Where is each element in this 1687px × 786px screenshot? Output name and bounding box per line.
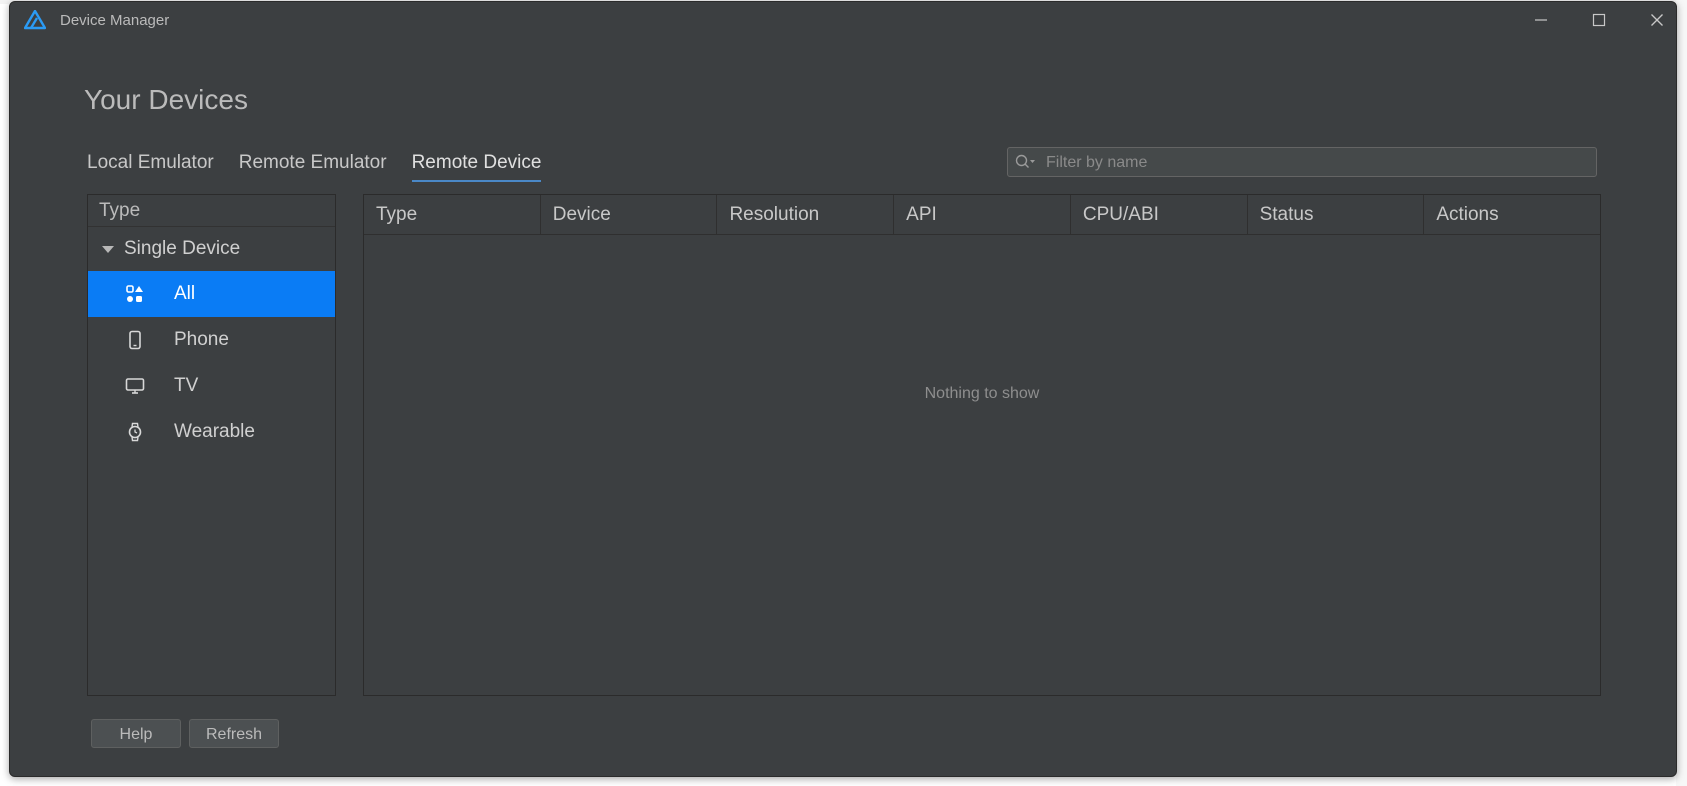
help-button[interactable]: Help bbox=[91, 719, 181, 748]
minimize-icon bbox=[1535, 19, 1547, 21]
tree-item-tv[interactable]: TV bbox=[88, 363, 335, 409]
tv-icon bbox=[124, 375, 146, 397]
tab-remote-device[interactable]: Remote Device bbox=[411, 152, 542, 182]
page-title: Your Devices bbox=[84, 84, 248, 115]
empty-state-text: Nothing to show bbox=[924, 385, 1040, 402]
filter-box[interactable] bbox=[1007, 147, 1597, 177]
column-header-api[interactable]: API bbox=[894, 195, 1071, 234]
tree-item-label: Wearable bbox=[174, 421, 255, 442]
close-button[interactable] bbox=[1628, 2, 1686, 38]
column-header-cpu-abi[interactable]: CPU/ABI bbox=[1071, 195, 1248, 234]
device-tabs: Local Emulator Remote Emulator Remote De… bbox=[87, 152, 566, 182]
table-header-row: Type Device Resolution API CPU/ABI Statu… bbox=[364, 195, 1600, 235]
maximize-button[interactable] bbox=[1570, 2, 1628, 38]
tree-item-all[interactable]: All bbox=[88, 271, 335, 317]
title-bar[interactable]: Device Manager bbox=[10, 2, 1676, 38]
grid-shapes-icon bbox=[124, 283, 146, 305]
column-header-status[interactable]: Status bbox=[1248, 195, 1425, 234]
column-header-actions[interactable]: Actions bbox=[1424, 195, 1600, 234]
tab-remote-emulator[interactable]: Remote Emulator bbox=[239, 152, 387, 182]
tree-item-label: All bbox=[174, 283, 196, 304]
tree-item-label: Phone bbox=[174, 329, 229, 350]
device-type-tree: Type Single Device All Phone TV Wearable bbox=[87, 194, 336, 696]
minimize-button[interactable] bbox=[1512, 2, 1570, 38]
tree-item-phone[interactable]: Phone bbox=[88, 317, 335, 363]
tree-item-label: TV bbox=[174, 375, 199, 396]
search-icon bbox=[1015, 154, 1035, 168]
caret-down-icon[interactable] bbox=[102, 245, 114, 253]
maximize-icon bbox=[1592, 13, 1606, 27]
desktop-background-right bbox=[1676, 0, 1687, 786]
tree-header: Type bbox=[88, 195, 335, 227]
watch-icon bbox=[124, 421, 146, 443]
close-icon bbox=[1651, 14, 1663, 26]
window-title: Device Manager bbox=[60, 12, 170, 29]
filter-input[interactable] bbox=[1044, 151, 1588, 175]
column-header-resolution[interactable]: Resolution bbox=[717, 195, 895, 234]
column-header-device[interactable]: Device bbox=[541, 195, 718, 234]
refresh-button[interactable]: Refresh bbox=[189, 719, 279, 748]
device-manager-window: Device Manager Your Devices Local Emulat… bbox=[9, 1, 1677, 777]
tab-local-emulator[interactable]: Local Emulator bbox=[87, 152, 214, 182]
tree-group-label: Single Device bbox=[124, 238, 241, 259]
column-header-type[interactable]: Type bbox=[364, 195, 541, 234]
app-logo-icon bbox=[24, 10, 46, 30]
phone-icon bbox=[124, 329, 146, 351]
device-table: Type Device Resolution API CPU/ABI Statu… bbox=[363, 194, 1601, 696]
tree-group-single-device[interactable]: Single Device bbox=[88, 227, 335, 271]
tree-item-wearable[interactable]: Wearable bbox=[88, 409, 335, 455]
